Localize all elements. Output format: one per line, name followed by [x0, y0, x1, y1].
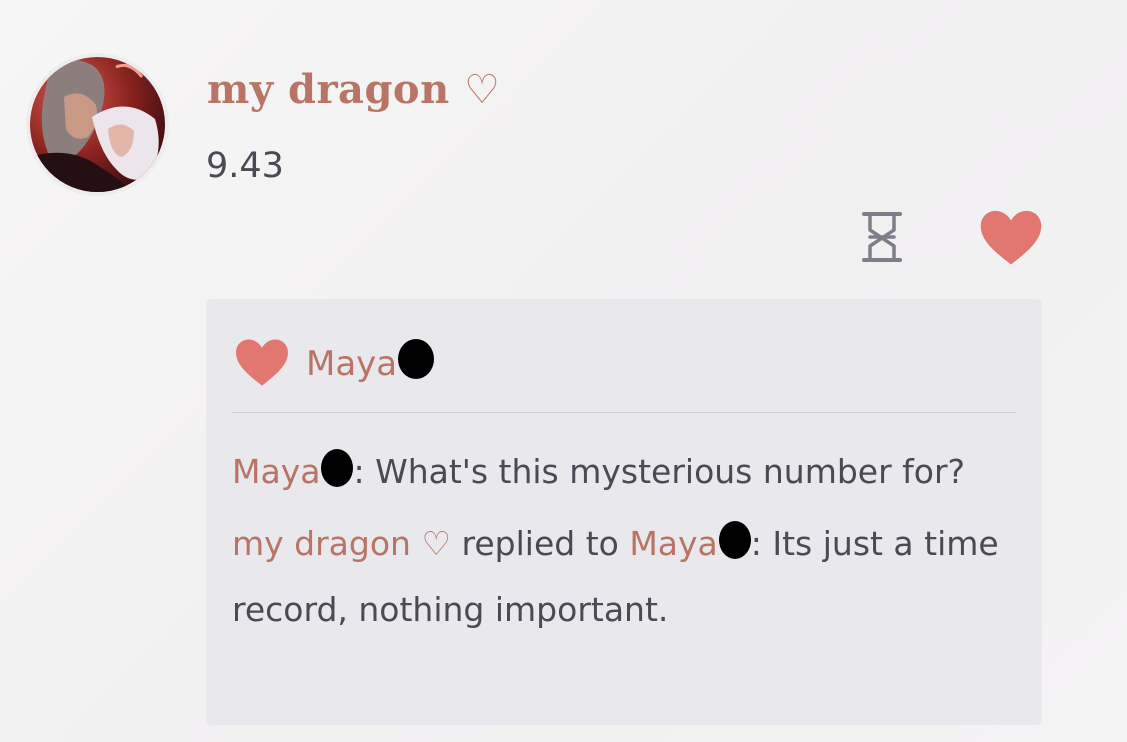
comment-text: What's this mysterious number for? — [375, 452, 966, 491]
post-number: 9.43 — [206, 146, 284, 186]
comment-item[interactable]: Maya: What's this mysterious number for? — [232, 439, 1016, 505]
comment-list: Maya: What's this mysterious number for?… — [232, 413, 1016, 643]
hourglass-icon[interactable] — [856, 206, 908, 268]
comment-separator: : — [750, 524, 773, 563]
comment-item[interactable]: my dragon ♡ replied to Maya: Its just a … — [232, 511, 1016, 643]
redaction-mark — [321, 449, 354, 487]
avatar-image — [30, 57, 165, 192]
reply-label: replied to — [451, 524, 630, 563]
reply-to-name[interactable]: Maya — [629, 521, 751, 563]
author-avatar[interactable] — [30, 57, 165, 192]
likes-row: Maya — [232, 299, 1016, 413]
redaction-mark — [718, 521, 751, 559]
moment-post: my dragon ♡ 9.43 Maya Maya: What's this … — [0, 0, 1127, 742]
redaction-mark — [398, 339, 435, 379]
interaction-panel: Maya Maya: What's this mysterious number… — [206, 299, 1042, 725]
like-heart-icon — [236, 339, 288, 386]
comment-separator: : — [353, 452, 376, 491]
comment-author[interactable]: Maya — [232, 449, 354, 491]
heart-icon[interactable] — [978, 206, 1044, 268]
comment-author[interactable]: my dragon ♡ — [232, 524, 451, 563]
author-name[interactable]: my dragon ♡ — [207, 60, 500, 120]
liker-name[interactable]: Maya — [306, 339, 435, 384]
